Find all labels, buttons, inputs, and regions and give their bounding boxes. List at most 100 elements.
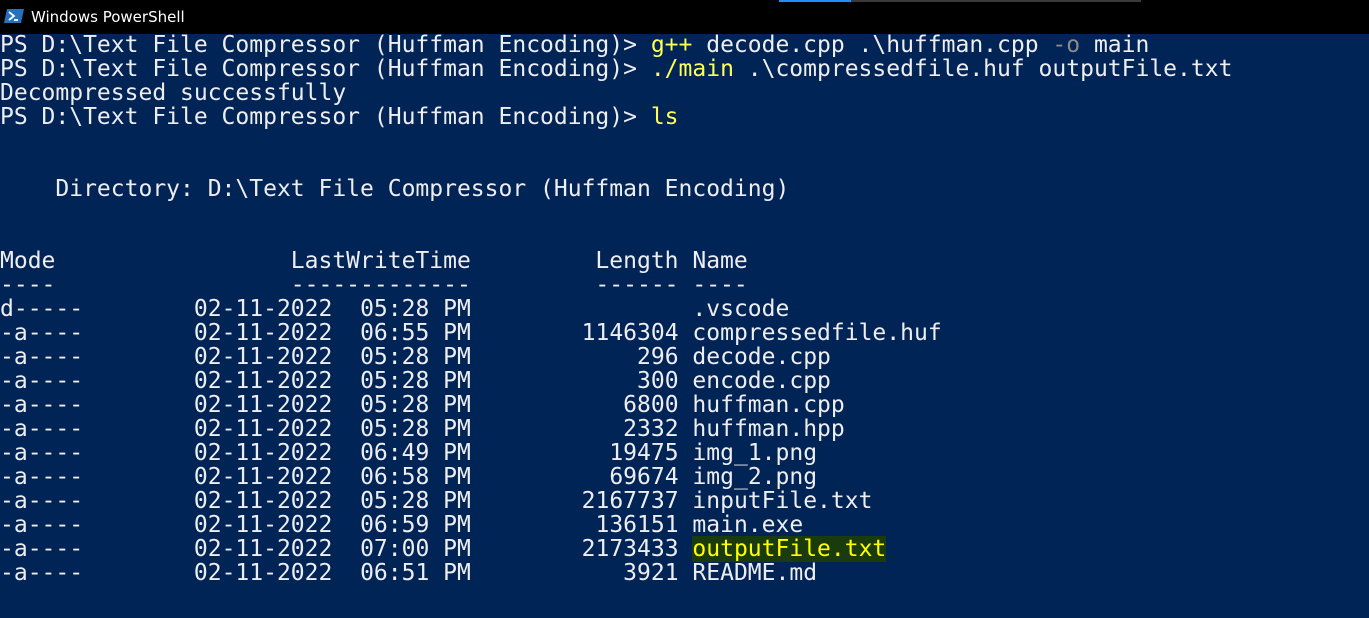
prompt: PS D:\Text File Compressor (Huffman Enco…: [0, 104, 651, 130]
command-name: ./main: [650, 56, 734, 82]
file-mode: -a----: [0, 392, 84, 418]
command-args: main: [1080, 33, 1150, 58]
file-time: 05:28 PM: [360, 368, 471, 394]
file-mode: -a----: [0, 464, 84, 490]
file-time: 06:59 PM: [360, 512, 471, 538]
file-date: 02-11-2022: [193, 368, 333, 394]
command-args: .\compressedfile.huf outputFile.txt: [733, 56, 1233, 82]
file-mode: -a----: [0, 368, 84, 394]
file-date: 02-11-2022: [193, 512, 333, 538]
powershell-icon: [4, 9, 24, 23]
command-name: ls: [650, 104, 679, 130]
file-length: 2167737: [581, 488, 679, 514]
file-row: -a---- 02-11-2022 06:59 PM 136151 main.e…: [0, 513, 1369, 537]
file-mode: -a----: [0, 488, 84, 514]
file-date: 02-11-2022: [193, 320, 333, 346]
output-line: Decompressed successfully: [0, 81, 1369, 105]
file-length: 300: [637, 368, 679, 394]
file-time: 06:49 PM: [360, 440, 471, 466]
file-name: huffman.cpp: [692, 392, 845, 418]
column-separators: ---- ------------- ------ ----: [0, 272, 748, 298]
file-row: -a---- 02-11-2022 05:28 PM 296 decode.cp…: [0, 345, 1369, 369]
directory-path: Directory: D:\Text File Compressor (Huff…: [0, 176, 790, 202]
file-time: 07:00 PM: [360, 536, 471, 562]
file-length: 69674: [609, 464, 679, 490]
file-row: -a---- 02-11-2022 05:28 PM 300 encode.cp…: [0, 369, 1369, 393]
prompt: PS D:\Text File Compressor (Huffman Enco…: [0, 56, 651, 82]
file-name: .vscode: [692, 296, 790, 322]
file-length: 296: [637, 344, 679, 370]
file-time: 05:28 PM: [360, 392, 471, 418]
file-name: img_1.png: [692, 440, 818, 466]
file-date: 02-11-2022: [193, 560, 333, 586]
file-name: compressedfile.huf: [692, 320, 942, 346]
file-row: -a---- 02-11-2022 06:49 PM 19475 img_1.p…: [0, 441, 1369, 465]
file-row: -a---- 02-11-2022 05:28 PM 6800 huffman.…: [0, 393, 1369, 417]
command-line: PS D:\Text File Compressor (Huffman Enco…: [0, 57, 1369, 81]
file-mode: -a----: [0, 320, 84, 346]
command-name: g++: [650, 33, 693, 58]
file-length: 2332: [623, 416, 679, 442]
file-name: inputFile.txt: [692, 488, 873, 514]
file-time: 05:28 PM: [360, 296, 471, 322]
file-length: 1146304: [581, 320, 679, 346]
file-mode: -a----: [0, 440, 84, 466]
prompt: PS D:\Text File Compressor (Huffman Enco…: [0, 33, 651, 58]
listing-separator: ---- ------------- ------ ----: [0, 273, 1369, 297]
file-date: 02-11-2022: [193, 416, 333, 442]
listing-header: Mode LastWriteTime Length Name: [0, 249, 1369, 273]
file-row: -a---- 02-11-2022 06:55 PM 1146304 compr…: [0, 321, 1369, 345]
directory-line: Directory: D:\Text File Compressor (Huff…: [0, 177, 1369, 201]
output-message: Decompressed successfully: [0, 80, 347, 106]
file-name: img_2.png: [692, 464, 818, 490]
file-row: -a---- 02-11-2022 05:28 PM 2167737 input…: [0, 489, 1369, 513]
file-name: huffman.hpp: [692, 416, 845, 442]
file-length: 3921: [623, 560, 679, 586]
file-mode: -a----: [0, 344, 84, 370]
console-output[interactable]: PS D:\Text File Compressor (Huffman Enco…: [0, 33, 1369, 618]
file-name: encode.cpp: [692, 368, 831, 394]
file-row: -a---- 02-11-2022 06:58 PM 69674 img_2.p…: [0, 465, 1369, 489]
file-time: 05:28 PM: [360, 344, 471, 370]
file-length: 136151: [595, 512, 679, 538]
file-mode: -a----: [0, 416, 84, 442]
file-name: decode.cpp: [692, 344, 831, 370]
title-bar[interactable]: Windows PowerShell: [0, 0, 1369, 34]
file-row: -a---- 02-11-2022 05:28 PM 2332 huffman.…: [0, 417, 1369, 441]
file-time: 06:51 PM: [360, 560, 471, 586]
file-mode: -a----: [0, 512, 84, 538]
file-date: 02-11-2022: [193, 344, 333, 370]
file-time: 06:58 PM: [360, 464, 471, 490]
file-time: 06:55 PM: [360, 320, 471, 346]
file-row: d----- 02-11-2022 05:28 PM .vscode: [0, 297, 1369, 321]
command-args: decode.cpp .\huffman.cpp: [692, 33, 1053, 58]
file-date: 02-11-2022: [193, 464, 333, 490]
file-length: 19475: [609, 440, 679, 466]
column-headers: Mode LastWriteTime Length Name: [0, 248, 748, 274]
window-title: Windows PowerShell: [31, 8, 185, 26]
file-row: -a---- 02-11-2022 06:51 PM 3921 README.m…: [0, 561, 1369, 585]
file-row: -a---- 02-11-2022 07:00 PM 2173433 outpu…: [0, 536, 1369, 562]
file-mode: -a----: [0, 536, 84, 562]
file-date: 02-11-2022: [193, 296, 333, 322]
title-bar-strip: [851, 0, 1141, 2]
file-date: 02-11-2022: [193, 536, 333, 562]
file-time: 05:28 PM: [360, 488, 471, 514]
file-date: 02-11-2022: [193, 392, 333, 418]
powershell-window: Windows PowerShell PS D:\Text File Compr…: [0, 0, 1369, 618]
title-bar-accent: [779, 0, 851, 2]
file-length: 6800: [623, 392, 679, 418]
file-name: main.exe: [692, 512, 804, 538]
file-date: 02-11-2022: [193, 488, 333, 514]
file-time: 05:28 PM: [360, 416, 471, 442]
file-date: 02-11-2022: [193, 440, 333, 466]
file-length: 2173433: [581, 536, 679, 562]
file-mode: d-----: [0, 296, 84, 322]
file-name: README.md: [692, 560, 818, 586]
command-parameter: -o: [1052, 33, 1081, 58]
command-line: PS D:\Text File Compressor (Huffman Enco…: [0, 33, 1369, 57]
file-name: outputFile.txt: [692, 536, 887, 562]
